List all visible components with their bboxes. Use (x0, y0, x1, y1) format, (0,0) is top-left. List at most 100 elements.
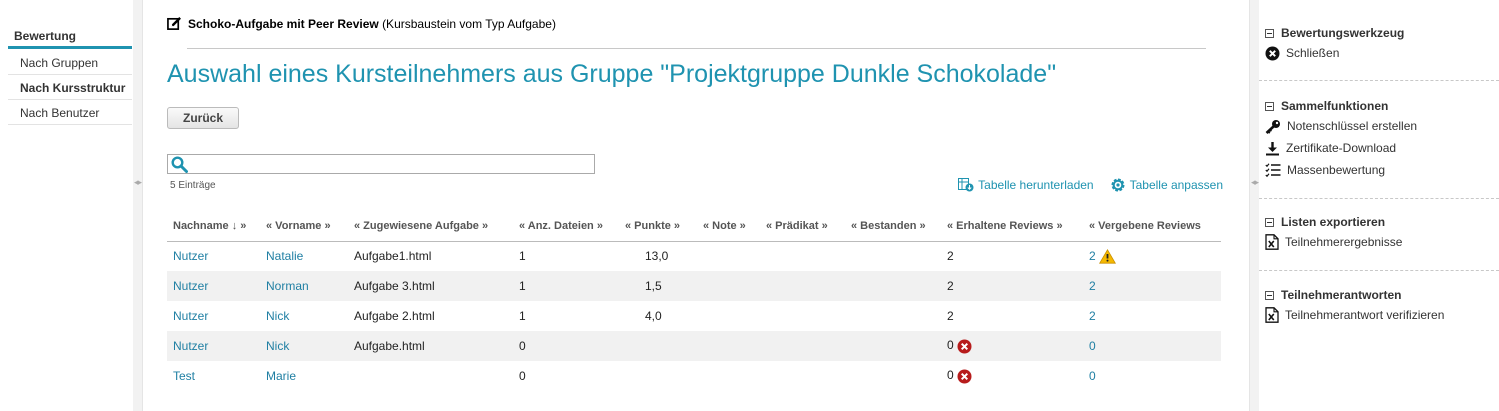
firstname-link[interactable]: Natalie (266, 249, 303, 263)
section-divider (1259, 270, 1499, 271)
column-header-vergebene-reviews[interactable]: « Vergebene Reviews (1083, 211, 1221, 242)
points-cell (619, 331, 697, 361)
predicate-cell (760, 331, 845, 361)
column-header-erhaltene-reviews[interactable]: « Erhaltene Reviews » (941, 211, 1083, 242)
excel-file-icon (1265, 307, 1279, 323)
section-title: Bewertungswerkzeug (1281, 26, 1405, 40)
participant-results-link[interactable]: Teilnehmerergebnisse (1259, 231, 1499, 253)
section-teilnehmerantworten: Teilnehmerantworten Teilnehmerantwort ve… (1259, 286, 1499, 326)
back-button[interactable]: Zurück (167, 107, 239, 129)
customize-table-button[interactable]: Tabelle anpassen (1110, 177, 1223, 193)
section-sammelfunktionen: Sammelfunktionen Notenschlüssel erstelle… (1259, 97, 1499, 181)
column-header-vorname[interactable]: « Vorname » (260, 211, 348, 242)
certificates-download-link[interactable]: Zertifikate-Download (1259, 137, 1499, 159)
task-cell: Aufgabe 3.html (348, 271, 513, 301)
table-row: Nutzer Norman Aufgabe 3.html 1 1,5 2 2 (167, 271, 1221, 301)
lastname-link[interactable]: Test (173, 369, 195, 383)
column-header-note[interactable]: « Note » (697, 211, 760, 242)
search-field[interactable] (167, 154, 595, 174)
section-title: Listen exportieren (1281, 215, 1386, 229)
customize-table-label: Tabelle anpassen (1129, 178, 1223, 192)
firstname-link[interactable]: Nick (266, 339, 289, 353)
nav-header: Bewertung (8, 25, 132, 49)
column-header-punkte[interactable]: « Punkte » (619, 211, 697, 242)
search-icon[interactable] (171, 156, 188, 173)
received-reviews-cell: 2 (941, 301, 1083, 331)
verify-answer-link[interactable]: Teilnehmerantwort verifizieren (1259, 304, 1499, 326)
lastname-link[interactable]: Nutzer (173, 339, 208, 353)
passed-cell (845, 301, 941, 331)
error-icon (957, 339, 972, 354)
lastname-link[interactable]: Nutzer (173, 309, 208, 323)
right-panel: Bewertungswerkzeug Schließen Sammelfunkt… (1259, 0, 1499, 411)
lastname-link[interactable]: Nutzer (173, 249, 208, 263)
table-row: Nutzer Natalie Aufgabe1.html 1 13,0 2 2 (167, 241, 1221, 271)
section-divider (1259, 198, 1499, 199)
right-resize-handle[interactable]: ◂▸ (1249, 0, 1259, 411)
points-cell: 13,0 (645, 249, 669, 264)
given-reviews-link[interactable]: 2 (1089, 249, 1096, 263)
section-header[interactable]: Bewertungswerkzeug (1259, 24, 1499, 42)
section-header[interactable]: Listen exportieren (1259, 213, 1499, 231)
table-header-row: Nachname ↓ » « Vorname » « Zugewiesene A… (167, 211, 1221, 242)
task-cell: Aufgabe 2.html (354, 309, 435, 323)
passed-cell (845, 271, 941, 301)
firstname-link[interactable]: Norman (266, 279, 309, 293)
resize-arrows-icon: ◂▸ (134, 178, 142, 188)
column-header-bestanden[interactable]: « Bestanden » (845, 211, 941, 242)
received-reviews-count: 0 (947, 338, 954, 353)
collapse-icon[interactable] (1265, 217, 1274, 227)
files-cell: 0 (513, 331, 619, 361)
collapse-icon[interactable] (1265, 28, 1274, 38)
divider (187, 48, 1206, 49)
given-reviews-link[interactable]: 0 (1089, 339, 1096, 353)
left-resize-handle[interactable]: ◂▸ (133, 0, 143, 411)
grading-scale-link[interactable]: Notenschlüssel erstellen (1259, 115, 1499, 137)
main-content: Schoko-Aufgabe mit Peer Review (Kursbaus… (143, 0, 1249, 411)
lastname-link[interactable]: Nutzer (173, 279, 208, 293)
column-header-dateien[interactable]: « Anz. Dateien » (513, 211, 619, 242)
section-bewertungswerkzeug: Bewertungswerkzeug Schließen (1259, 24, 1499, 64)
collapse-icon[interactable] (1265, 101, 1274, 111)
points-cell: 4,0 (645, 309, 662, 323)
nav-item-nach-gruppen[interactable]: Nach Gruppen (8, 50, 132, 75)
grade-cell (697, 241, 760, 271)
column-header-praedikat[interactable]: « Prädikat » (760, 211, 845, 242)
entries-count: 5 Einträge (170, 180, 216, 191)
grade-cell (697, 301, 760, 331)
nav-item-nach-benutzer[interactable]: Nach Benutzer (8, 100, 132, 125)
passed-cell (845, 241, 941, 271)
section-listen-exportieren: Listen exportieren Teilnehmerergebnisse (1259, 213, 1499, 253)
given-reviews-link[interactable]: 2 (1089, 279, 1096, 293)
close-tool-link[interactable]: Schließen (1259, 42, 1499, 64)
column-header-nachname[interactable]: Nachname ↓ » (167, 211, 260, 242)
given-reviews-cell: 2 (1083, 241, 1221, 271)
firstname-link[interactable]: Nick (266, 309, 289, 323)
firstname-link[interactable]: Marie (266, 369, 296, 383)
download-table-button[interactable]: Tabelle herunterladen (958, 177, 1094, 193)
mass-grading-link[interactable]: Massenbewertung (1259, 159, 1499, 181)
course-node-type: (Kursbaustein vom Typ Aufgabe) (382, 16, 556, 31)
received-reviews-cell: 0 (941, 331, 1083, 361)
excel-file-icon (1265, 234, 1279, 250)
predicate-cell (760, 241, 845, 271)
given-reviews-link[interactable]: 2 (1089, 309, 1096, 323)
given-reviews-cell: 2 (1083, 301, 1221, 331)
points-cell: 1,5 (619, 271, 697, 301)
search-input[interactable] (190, 156, 590, 172)
section-header[interactable]: Teilnehmerantworten (1259, 286, 1499, 304)
files-cell: 1 (519, 249, 526, 264)
section-header[interactable]: Sammelfunktionen (1259, 97, 1499, 115)
nav-item-nach-kursstruktur[interactable]: Nach Kursstruktur (8, 75, 132, 100)
column-header-aufgabe[interactable]: « Zugewiesene Aufgabe » (348, 211, 513, 242)
points-cell (619, 361, 697, 391)
predicate-cell (760, 271, 845, 301)
gear-icon (1111, 178, 1125, 192)
task-cell: Aufgabe1.html (354, 249, 432, 264)
collapse-icon[interactable] (1265, 290, 1274, 300)
given-reviews-link[interactable]: 0 (1089, 369, 1096, 383)
table-download-icon (958, 178, 974, 192)
close-label: Schließen (1286, 46, 1340, 60)
predicate-cell (760, 361, 845, 391)
files-cell: 1 (519, 309, 526, 323)
